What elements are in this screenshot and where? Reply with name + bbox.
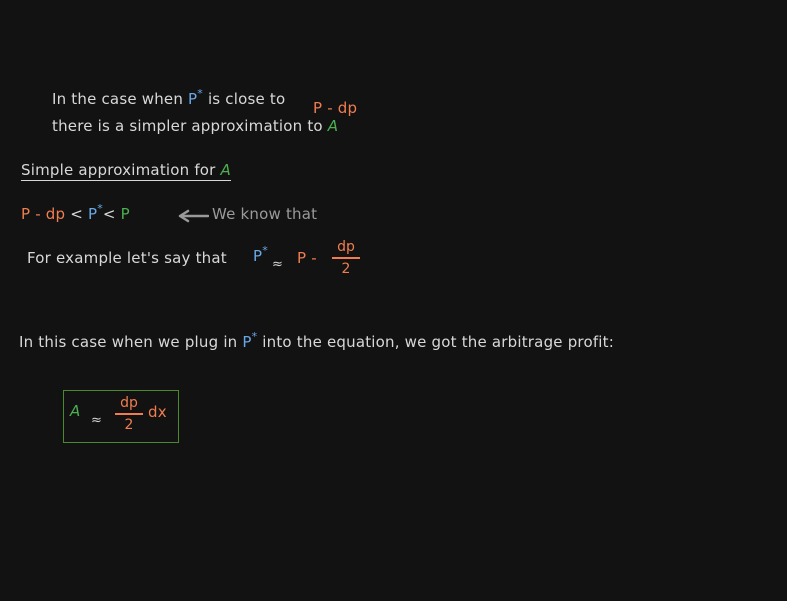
plug-p-star: P* (242, 330, 258, 351)
intro-text-1: In the case when (52, 90, 184, 108)
inequality: P - dp < P*< P (21, 202, 130, 223)
example-text: For example let's say that (27, 249, 227, 267)
result-a: A (70, 402, 81, 420)
result-fraction-den: 2 (124, 416, 134, 433)
intro-text-3: there is a simpler approximation to (52, 117, 323, 135)
inequality-note: We know that (212, 205, 318, 223)
intro-line-1: In the case when P* is close to (52, 87, 286, 108)
arrow-left-icon (178, 209, 209, 223)
intro-line-2: there is a simpler approximation to A (52, 117, 338, 135)
example-p-star: P* (253, 244, 268, 265)
section-title-text: Simple approximation for (21, 161, 216, 179)
inequality-right: P (120, 205, 130, 223)
a-symbol: A (327, 117, 339, 135)
section-title: Simple approximation for A (21, 161, 231, 181)
example-fraction-den: 2 (341, 260, 351, 277)
example-p-minus: P - (297, 249, 317, 267)
plug-text-1: In this case when we plug in (19, 333, 238, 351)
inequality-p-star: P* (87, 202, 103, 223)
intro-text-2: is close to (207, 90, 286, 108)
p-minus-dp-label: P - dp (313, 99, 358, 117)
p-star-label: P* (188, 87, 203, 108)
example-fraction: dp 2 (332, 239, 360, 277)
example-fraction-bar (332, 257, 360, 259)
example-fraction-num: dp (337, 239, 355, 255)
result-approx: ≈ (91, 413, 103, 428)
result-fraction: dp 2 (115, 395, 143, 433)
plug-text-2: into the equation, we got the arbitrage … (262, 333, 615, 351)
plug-line: In this case when we plug in P* into the… (19, 330, 615, 351)
inequality-left: P - dp (21, 205, 66, 223)
inequality-lt-2: < (102, 205, 116, 223)
result-fraction-bar (115, 413, 143, 415)
inequality-lt-1: < (70, 205, 83, 223)
example-approx: ≈ (272, 257, 284, 272)
section-title-a: A (220, 161, 231, 179)
result-dx: dx (148, 403, 167, 421)
result-fraction-num: dp (120, 395, 138, 411)
